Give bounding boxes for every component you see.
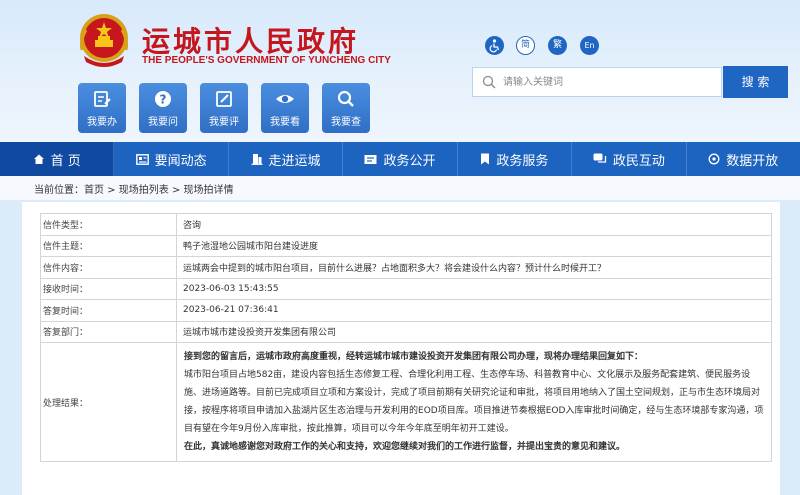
nav-label: 政民互动 (612, 153, 665, 169)
main-nav: 首 页 要闻动态 走进运城 政务公开 政务服务 政民互动 数据开放 (0, 142, 800, 176)
nav-label: 政务公开 (383, 153, 436, 169)
pencil-box-icon (216, 91, 232, 107)
nav-open-data[interactable]: 数据开放 (687, 142, 800, 176)
svg-text:?: ? (160, 93, 167, 107)
search-button[interactable]: 搜 索 (723, 66, 788, 98)
breadcrumb-prefix: 当前位置： (34, 185, 84, 196)
nav-label: 走进运城 (268, 153, 321, 169)
accessibility-button[interactable] (485, 36, 504, 55)
news-icon (135, 153, 149, 165)
breadcrumb-separator: > (168, 185, 184, 196)
table-row: 接收时间： 2023-06-03 15:43:55 (40, 277, 772, 300)
field-value: 咨询 (176, 213, 772, 236)
table-row: 信件类型： 咨询 (40, 213, 772, 236)
field-label: 答复时间： (40, 299, 177, 322)
nav-open-gov[interactable]: 政务公开 (343, 142, 458, 176)
result-outro: 在此，真诚地感谢您对政府工作的关心和支持，欢迎您继续对我们的工作进行监督，并提出… (184, 442, 626, 452)
field-label: 信件类型： (40, 213, 177, 236)
breadcrumb-current: 现场拍详情 (183, 185, 234, 196)
field-label: 接收时间： (40, 277, 177, 300)
wheelchair-icon (489, 39, 500, 53)
search-icon (482, 75, 496, 89)
table-row-result: 处理结果： 接到您的留言后，运城市政府高度重视，经转运城市城市建设投资开发集团有… (40, 342, 772, 462)
traditional-chinese-button[interactable]: 繁 (548, 36, 567, 55)
quick-link-label: 我要看 (270, 117, 300, 128)
quick-link-view[interactable]: 我要看 (261, 83, 309, 133)
quick-link-label: 我要查 (331, 117, 361, 128)
quick-link-apply[interactable]: 我要办 (78, 83, 126, 133)
breadcrumb-separator: > (104, 185, 119, 196)
field-value: 运城市城市建设投资开发集团有限公司 (176, 320, 772, 343)
field-value: 运城两会中提到的城市阳台项目，目前什么进展？占地面积多大？将会建设什么内容？预计… (176, 256, 772, 279)
table-row: 答复时间： 2023-06-21 07:36:41 (40, 299, 772, 322)
building-icon (251, 154, 263, 165)
field-value: 鸭子池湿地公园城市阳台建设进度 (176, 234, 772, 257)
breadcrumb: 当前位置：首页 > 现场拍列表 > 现场拍详情 (34, 181, 234, 196)
site-title-english: THE PEOPLE'S GOVERNMENT OF YUNCHENG CITY (142, 55, 391, 66)
nav-label: 政务服务 (496, 153, 549, 169)
result-content: 接到您的留言后，运城市政府高度重视，经转运城市城市建设投资开发集团有限公司办理，… (176, 342, 772, 462)
field-label: 信件主题： (40, 234, 177, 257)
nav-label: 数据开放 (726, 153, 779, 169)
letter-detail-table: 信件类型： 咨询 信件主题： 鸭子池湿地公园城市阳台建设进度 信件内容： 运城两… (40, 213, 772, 462)
field-value: 2023-06-21 07:36:41 (176, 299, 772, 322)
field-label: 答复部门： (40, 320, 177, 343)
table-row: 信件内容： 运城两会中提到的城市阳台项目，目前什么进展？占地面积多大？将会建设什… (40, 256, 772, 279)
nav-label: 首 页 (50, 153, 81, 169)
chat-icon (593, 153, 606, 163)
edit-note-icon (94, 91, 111, 107)
quick-link-ask[interactable]: ? 我要问 (139, 83, 187, 133)
quick-link-search[interactable]: 我要查 (322, 83, 370, 133)
result-body: 城市阳台项目占地582亩，建设内容包括生态修复工程、合理化利用工程、生态停车场、… (184, 370, 764, 434)
nav-home[interactable]: 首 页 (0, 142, 115, 176)
quick-link-review[interactable]: 我要评 (200, 83, 248, 133)
simplified-chinese-button[interactable]: 简 (516, 36, 535, 55)
eye-icon (276, 95, 294, 103)
breadcrumb-home[interactable]: 首页 (84, 185, 104, 196)
national-emblem-icon (80, 14, 128, 67)
field-value: 2023-06-03 15:43:55 (176, 277, 772, 300)
result-intro: 接到您的留言后，运城市政府高度重视，经转运城市城市建设投资开发集团有限公司办理，… (184, 352, 644, 362)
nav-about[interactable]: 走进运城 (229, 142, 344, 176)
question-icon: ? (155, 91, 171, 107)
search-icon (337, 90, 354, 107)
quick-link-label: 我要办 (87, 117, 117, 128)
table-row: 答复部门： 运城市城市建设投资开发集团有限公司 (40, 320, 772, 343)
site-title: 运城市人民政府 (142, 25, 360, 58)
nav-news[interactable]: 要闻动态 (114, 142, 229, 176)
quick-link-label: 我要评 (209, 117, 239, 128)
breadcrumb-list[interactable]: 现场拍列表 (119, 185, 169, 196)
nav-label: 要闻动态 (154, 153, 207, 169)
english-button[interactable]: En (580, 36, 599, 55)
doc-icon (364, 154, 377, 164)
field-label: 信件内容： (40, 256, 177, 279)
home-icon (33, 154, 44, 164)
data-icon (708, 153, 720, 165)
search-box (472, 67, 722, 97)
nav-interaction[interactable]: 政民互动 (572, 142, 687, 176)
bookmark-icon (481, 153, 490, 165)
quick-link-label: 我要问 (148, 117, 178, 128)
search-input[interactable] (503, 73, 713, 91)
field-label: 处理结果： (40, 342, 177, 462)
table-row: 信件主题： 鸭子池湿地公园城市阳台建设进度 (40, 234, 772, 257)
nav-services[interactable]: 政务服务 (458, 142, 573, 176)
